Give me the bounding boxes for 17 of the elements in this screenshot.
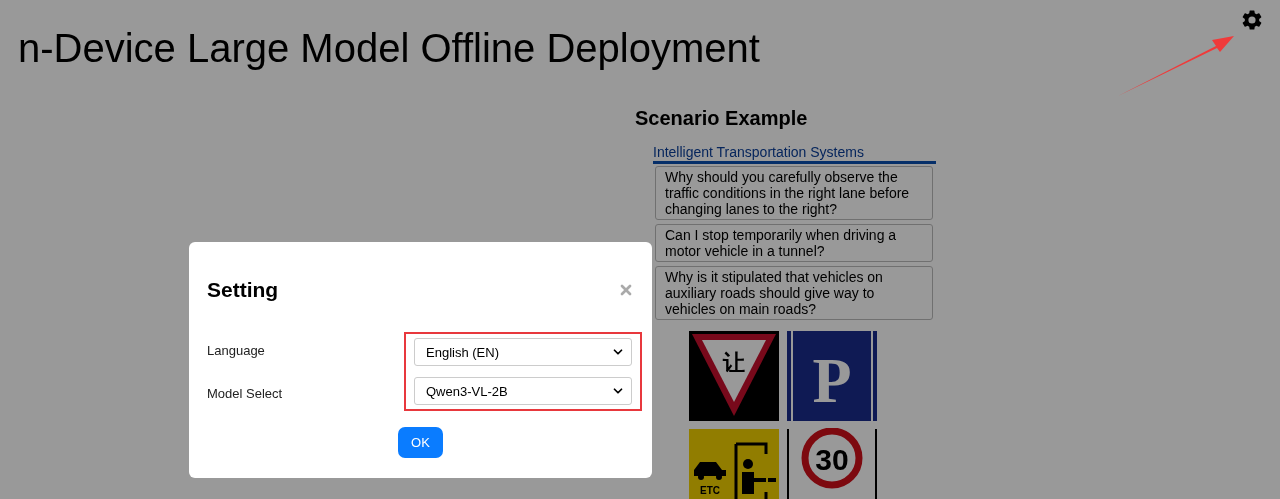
ok-button[interactable]: OK [398,427,443,458]
settings-icon[interactable] [1240,8,1264,32]
example-question[interactable]: Why is it stipulated that vehicles on auxiliary roads should give way to vehicles on main roads? [655,266,933,320]
example-question[interactable]: Why should you carefully observe the traffic conditions in the right lane before changing lanes to the right? [655,166,933,220]
yield-sign: 让 [688,330,780,422]
select-field[interactable]: Qwen3-VL-2B [414,377,632,405]
select-field[interactable]: English (EN) [414,338,632,366]
page-title: n-Device Large Model Offline Deployment [18,25,760,72]
speed-limit-sign: 30 [786,428,878,499]
parking-sign: P [786,330,878,422]
toll-booth-sign: ETC [688,428,780,499]
dialog-title: Setting [207,278,279,302]
example-question[interactable]: Can I stop temporarily when driving a motor vehicle in a tunnel? [655,224,933,262]
field-label: Model Select [207,385,283,403]
section-heading: Scenario Example [635,106,808,130]
category-tab[interactable]: Intelligent Transportation Systems [653,144,864,161]
field-label: Language [207,342,266,360]
